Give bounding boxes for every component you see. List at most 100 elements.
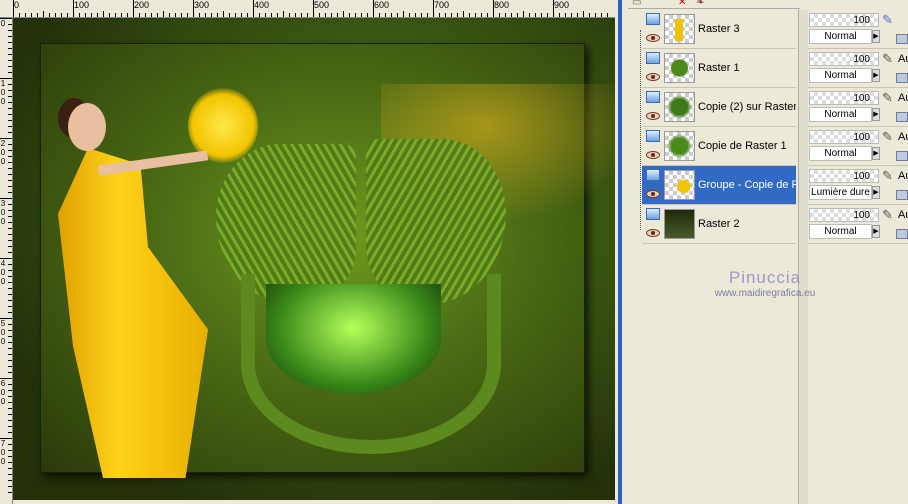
eye-icon[interactable] — [646, 229, 660, 237]
opacity-slider[interactable]: 100 — [809, 169, 879, 183]
layer-row[interactable]: Raster 1 — [642, 49, 796, 88]
ruler-tick — [8, 54, 12, 55]
ruler-tick — [421, 13, 422, 17]
brush-icon[interactable]: ❧ — [696, 0, 704, 8]
ruler-tick — [379, 13, 380, 17]
blend-dropdown-arrow-icon[interactable]: ▶ — [872, 225, 880, 238]
edit-lock-icon[interactable]: ✎ — [882, 207, 893, 223]
link-icon[interactable] — [896, 73, 908, 83]
opacity-slider[interactable]: 100 — [809, 13, 879, 27]
blend-mode-select[interactable]: Normal — [809, 146, 872, 161]
link-icon[interactable] — [896, 190, 908, 200]
ruler-tick — [8, 474, 12, 475]
link-icon[interactable] — [896, 34, 908, 44]
opacity-slider[interactable]: 100 — [809, 208, 879, 222]
ruler-tick — [8, 102, 12, 103]
new-layer-icon[interactable]: ▭ — [632, 0, 641, 8]
layer-row[interactable]: Raster 2 — [642, 205, 796, 244]
eye-icon[interactable] — [646, 190, 660, 198]
ruler-tick — [325, 13, 326, 17]
ruler-tick — [289, 13, 290, 17]
opacity-slider[interactable]: 100 — [809, 52, 879, 66]
opacity-slider[interactable]: 100 — [809, 91, 879, 105]
blend-mode-select[interactable]: Normal — [809, 29, 872, 44]
ruler-tick — [181, 13, 182, 17]
eye-icon[interactable] — [646, 73, 660, 81]
ruler-label: 100 — [74, 0, 90, 10]
ruler-tick — [8, 390, 12, 391]
window-border — [618, 0, 622, 504]
opacity-slider[interactable]: 100 — [809, 130, 879, 144]
ruler-tick — [8, 384, 12, 385]
panel-splitter[interactable] — [798, 10, 808, 504]
blend-dropdown-arrow-icon[interactable]: ▶ — [872, 30, 880, 43]
blend-dropdown-arrow-icon[interactable]: ▶ — [872, 147, 880, 160]
vertical-ruler: 0 100 200 300 400 500 600 700 — [0, 18, 13, 504]
link-icon[interactable] — [896, 229, 908, 239]
ruler-tick — [8, 396, 12, 397]
layer-thumbnail — [664, 131, 695, 161]
blend-mode-select[interactable]: Normal — [809, 224, 872, 239]
ruler-tick — [151, 13, 152, 17]
edit-lock-icon[interactable]: ✎ — [882, 51, 893, 67]
ruler-tick — [8, 234, 12, 235]
watermark-name: Pinuccia — [728, 268, 802, 287]
ruler-tick — [307, 13, 308, 17]
ruler-tick — [475, 13, 476, 17]
delete-icon[interactable]: ✕ — [678, 0, 686, 8]
blend-dropdown-arrow-icon[interactable]: ▶ — [872, 108, 880, 121]
layer-visibility-toggle-icon[interactable] — [646, 208, 660, 220]
ruler-tick — [547, 13, 548, 17]
edit-lock-icon[interactable]: ✎ — [882, 129, 893, 145]
ruler-tick — [49, 13, 50, 17]
ruler-tick — [493, 0, 494, 17]
blend-mode-select[interactable]: Lumière dure — [809, 185, 872, 200]
edit-lock-icon[interactable]: ✎ — [882, 168, 893, 184]
edit-lock-icon[interactable]: ✎ — [882, 90, 893, 106]
blend-mode-select[interactable]: Normal — [809, 107, 872, 122]
layer-visibility-toggle-icon[interactable] — [646, 13, 660, 25]
link-icon[interactable] — [896, 112, 908, 122]
ruler-tick — [8, 162, 12, 163]
ruler-tick — [8, 150, 12, 151]
ruler-label: 700 — [434, 0, 450, 10]
ruler-tick — [253, 0, 254, 17]
layer-row[interactable]: Raster 3 — [642, 10, 796, 49]
blend-mode-select[interactable]: Normal — [809, 68, 872, 83]
layer-row[interactable]: Copie de Raster 1 — [642, 127, 796, 166]
ruler-tick — [8, 336, 12, 337]
ruler-tick — [103, 11, 104, 17]
ruler-tick — [8, 30, 12, 31]
blend-dropdown-arrow-icon[interactable]: ▶ — [872, 69, 880, 82]
ruler-tick — [8, 252, 12, 253]
ruler-tick — [91, 13, 92, 17]
layer-visibility-toggle-icon[interactable] — [646, 91, 660, 103]
ruler-tick — [8, 462, 12, 463]
bridge-scene — [266, 284, 441, 394]
layer-visibility-toggle-icon[interactable] — [646, 52, 660, 64]
woman-figure — [48, 78, 258, 488]
eye-icon[interactable] — [646, 112, 660, 120]
ruler-tick — [511, 13, 512, 17]
ruler-tick — [55, 13, 56, 17]
layer-visibility-toggle-icon[interactable] — [646, 130, 660, 142]
layer-visibility-toggle-icon[interactable] — [646, 169, 660, 181]
ruler-tick — [8, 432, 12, 433]
layer-row[interactable]: Copie (2) sur Raster 1 — [642, 88, 796, 127]
layer-row[interactable]: Groupe - Copie de Raster 3 — [642, 166, 796, 205]
ruler-label: 600 — [0, 379, 6, 406]
ruler-tick — [313, 0, 314, 17]
ruler-tick — [8, 450, 12, 451]
image-canvas[interactable] — [13, 18, 615, 500]
ruler-tick — [265, 13, 266, 17]
eye-icon[interactable] — [646, 34, 660, 42]
ruler-tick — [13, 0, 14, 17]
link-icon[interactable] — [896, 151, 908, 161]
ruler-tick — [8, 354, 12, 355]
eye-icon[interactable] — [646, 151, 660, 159]
ruler-tick — [499, 13, 500, 17]
ruler-tick — [8, 402, 12, 403]
blend-dropdown-arrow-icon[interactable]: ▶ — [872, 186, 880, 199]
ruler-tick — [391, 13, 392, 17]
edit-lock-icon[interactable]: ✎ — [882, 12, 893, 28]
